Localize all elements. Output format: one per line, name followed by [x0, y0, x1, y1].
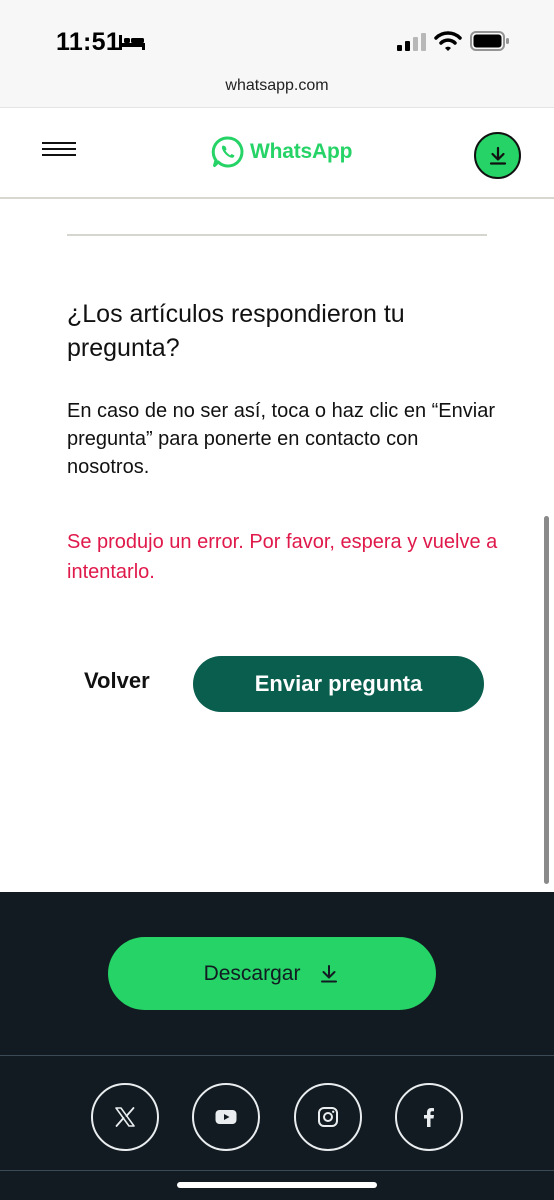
error-message: Se produjo un error. Por favor, espera y…	[67, 531, 498, 583]
browser-url-bar[interactable]: whatsapp.com	[0, 70, 554, 108]
download-icon	[321, 964, 338, 982]
scrollbar[interactable]	[544, 516, 549, 884]
footer-bottom-divider	[0, 1170, 554, 1171]
facebook-social-button[interactable]	[395, 1083, 463, 1151]
site-header: WhatsApp	[0, 108, 554, 199]
header-download-button[interactable]	[474, 132, 521, 179]
download-icon	[489, 146, 506, 165]
youtube-social-button[interactable]	[192, 1083, 260, 1151]
facebook-icon	[424, 1108, 434, 1127]
x-social-button[interactable]	[91, 1083, 159, 1151]
whatsapp-logo-icon	[211, 136, 244, 168]
signal-icon	[397, 33, 426, 51]
footer-download-label: Descargar	[203, 961, 301, 985]
feedback-question: ¿Los artículos respondieron tu pregunta?	[67, 300, 405, 362]
status-bar: 11:51	[0, 0, 554, 70]
url-text: whatsapp.com	[225, 77, 329, 94]
send-question-button[interactable]: Enviar pregunta	[193, 656, 484, 712]
help-text: En caso de no ser así, toca o haz clic e…	[67, 400, 495, 478]
content-divider	[67, 234, 487, 236]
youtube-icon	[215, 1110, 237, 1124]
wifi-icon	[434, 31, 462, 51]
back-button[interactable]: Volver	[84, 668, 150, 694]
menu-icon[interactable]	[42, 142, 78, 164]
battery-icon	[470, 31, 509, 51]
status-time: 11:51	[56, 28, 121, 56]
home-indicator[interactable]	[177, 1182, 377, 1188]
whatsapp-logo[interactable]: WhatsApp	[211, 134, 352, 170]
instagram-icon	[318, 1107, 338, 1127]
bed-icon	[119, 35, 145, 50]
footer-divider	[0, 1055, 554, 1056]
footer-download-button[interactable]: Descargar	[108, 937, 436, 1010]
site-footer: Descargar	[0, 892, 554, 1200]
x-icon	[115, 1107, 135, 1127]
instagram-social-button[interactable]	[294, 1083, 362, 1151]
logo-text: WhatsApp	[250, 140, 353, 163]
